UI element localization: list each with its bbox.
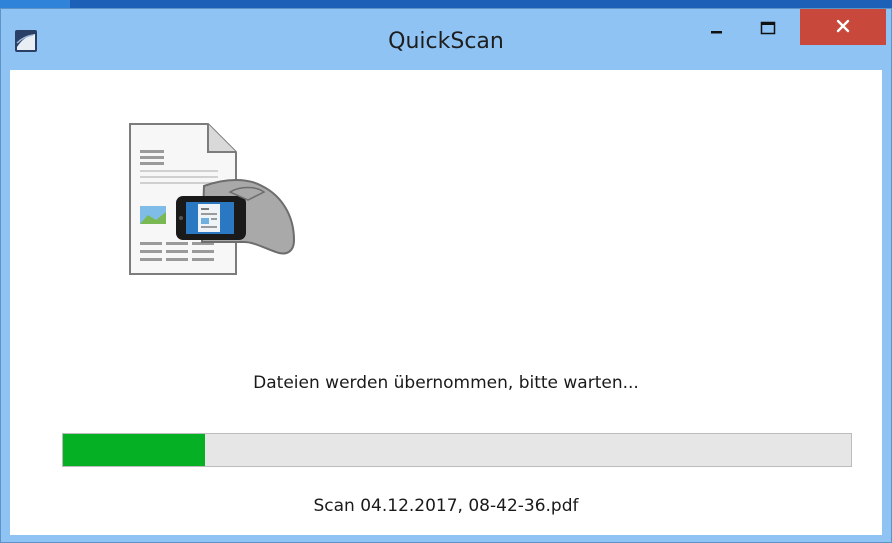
close-icon: [836, 18, 850, 37]
status-message: Dateien werden übernommen, bitte warten.…: [253, 373, 639, 393]
title-bar[interactable]: QuickScan: [1, 9, 891, 69]
maximize-icon: [760, 20, 776, 40]
minimize-button[interactable]: [698, 9, 736, 51]
current-file-name: Scan 04.12.2017, 08-42-36.pdf: [313, 496, 579, 516]
progress-bar: [62, 433, 852, 467]
desktop-background: [0, 0, 892, 8]
progress-bar-fill: [63, 434, 205, 466]
quickscan-window: QuickScan Dateien werden übernommen, bit…: [0, 8, 892, 543]
desktop-corner: [0, 0, 70, 8]
document-scan-phone-icon: [124, 120, 296, 280]
dialog-content: Dateien werden übernommen, bitte warten.…: [10, 70, 882, 535]
close-button[interactable]: [800, 9, 886, 45]
minimize-icon: [710, 21, 724, 40]
maximize-button[interactable]: [749, 9, 787, 51]
